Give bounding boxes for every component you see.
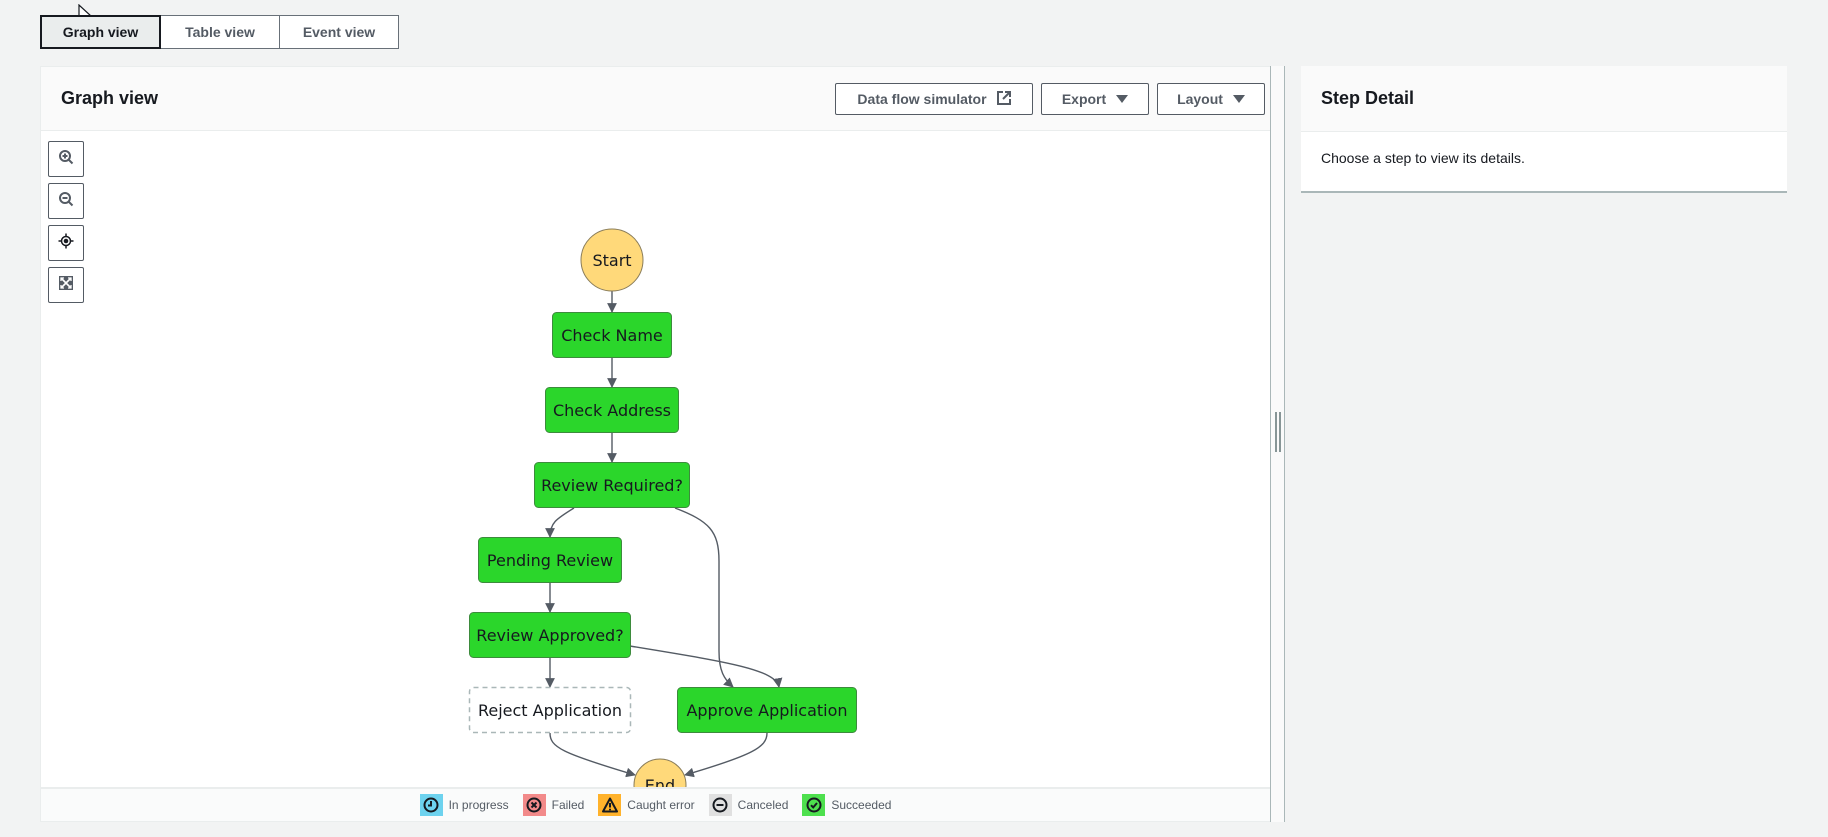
graph-actions: Data flow simulator Export Layout xyxy=(835,83,1265,115)
state-node-label: Start xyxy=(592,251,631,270)
state-node-label: End xyxy=(645,776,675,787)
legend-label: Succeeded xyxy=(831,798,892,812)
export-dropdown-button[interactable]: Export xyxy=(1041,83,1149,115)
state-node-start[interactable]: Start xyxy=(580,228,644,292)
warning-icon xyxy=(598,794,622,816)
crosshair-icon xyxy=(58,233,74,254)
legend-label: In progress xyxy=(448,798,509,812)
data-flow-simulator-button[interactable]: Data flow simulator xyxy=(835,83,1033,115)
graph-panel-title: Graph view xyxy=(61,88,159,108)
grip-line xyxy=(1275,412,1277,452)
state-machine-graph[interactable]: Start Check Name Check Address Review Requi… xyxy=(41,131,1270,787)
edge-approve-application-to-end xyxy=(684,732,768,778)
tab-event-view[interactable]: Event view xyxy=(279,15,399,49)
caret-down-icon xyxy=(1232,95,1245,103)
state-node-end[interactable]: End xyxy=(633,758,687,787)
state-node-check-name[interactable]: Check Name xyxy=(552,312,672,358)
clock-icon xyxy=(419,794,443,816)
x-circle-icon xyxy=(522,794,546,816)
center-graph-button[interactable] xyxy=(48,225,84,261)
tab-graph-view[interactable]: Graph view xyxy=(40,15,161,49)
edge-review-required-to-approve-application xyxy=(674,507,734,688)
state-node-label: Check Address xyxy=(553,401,671,420)
legend-label: Failed xyxy=(551,798,585,812)
zoom-out-icon xyxy=(58,191,74,212)
state-node-label: Review Required? xyxy=(541,476,683,495)
zoom-in-icon xyxy=(58,149,74,170)
graph-panel-header: Graph view Data flow simulator Export La… xyxy=(41,67,1270,131)
step-detail-message: Choose a step to view its details. xyxy=(1321,150,1525,166)
check-circle-icon xyxy=(802,794,826,816)
state-node-label: Pending Review xyxy=(487,551,613,570)
expand-icon xyxy=(59,275,73,295)
grip-line xyxy=(1279,412,1281,452)
graph-panel: Graph view Data flow simulator Export La… xyxy=(40,66,1271,822)
state-node-approve-application[interactable]: Approve Application xyxy=(677,687,857,733)
export-label: Export xyxy=(1061,91,1107,107)
data-flow-simulator-label: Data flow simulator xyxy=(857,91,987,107)
step-detail-title: Step Detail xyxy=(1321,88,1415,108)
state-node-review-required[interactable]: Review Required? xyxy=(534,462,690,508)
step-detail-panel: Step Detail Choose a step to view its de… xyxy=(1301,66,1787,193)
legend-item-succeeded: Succeeded xyxy=(802,794,891,816)
view-tabs: Graph view Table view Event view xyxy=(40,15,399,49)
legend-item-failed: Failed xyxy=(522,794,585,816)
legend-label: Caught error xyxy=(627,798,695,812)
minus-circle-icon xyxy=(708,794,732,816)
fit-to-screen-button[interactable] xyxy=(48,267,84,303)
external-link-icon xyxy=(996,90,1011,108)
status-legend: In progress Failed Caught error Canceled… xyxy=(41,787,1270,821)
edge-review-required-to-pending-review xyxy=(545,507,575,538)
state-node-reject-application[interactable]: Reject Application xyxy=(468,686,632,734)
step-detail-header: Step Detail xyxy=(1301,66,1787,132)
legend-item-caught-error: Caught error xyxy=(598,794,695,816)
legend-label: Canceled xyxy=(737,798,789,812)
caret-down-icon xyxy=(1116,95,1129,103)
zoom-in-button[interactable] xyxy=(48,141,84,177)
zoom-out-button[interactable] xyxy=(48,183,84,219)
state-node-check-address[interactable]: Check Address xyxy=(545,387,679,433)
edge-review-approved-to-approve-application xyxy=(629,645,783,688)
state-node-label: Approve Application xyxy=(686,701,847,720)
state-node-review-approved[interactable]: Review Approved? xyxy=(469,612,631,658)
legend-item-in-progress: In progress xyxy=(419,794,509,816)
edge-reject-application-to-end xyxy=(549,732,636,778)
zoom-controls xyxy=(48,141,84,303)
graph-canvas[interactable]: Start Check Name Check Address Review Requi… xyxy=(41,131,1270,787)
state-node-label: Check Name xyxy=(561,326,663,345)
state-node-label: Review Approved? xyxy=(476,626,623,645)
layout-dropdown-button[interactable]: Layout xyxy=(1157,83,1265,115)
layout-label: Layout xyxy=(1177,91,1223,107)
state-node-label: Reject Application xyxy=(478,701,622,720)
panel-resize-handle[interactable] xyxy=(1270,66,1285,822)
tab-table-view[interactable]: Table view xyxy=(160,15,280,49)
state-node-pending-review[interactable]: Pending Review xyxy=(478,537,622,583)
legend-item-canceled: Canceled xyxy=(708,794,789,816)
